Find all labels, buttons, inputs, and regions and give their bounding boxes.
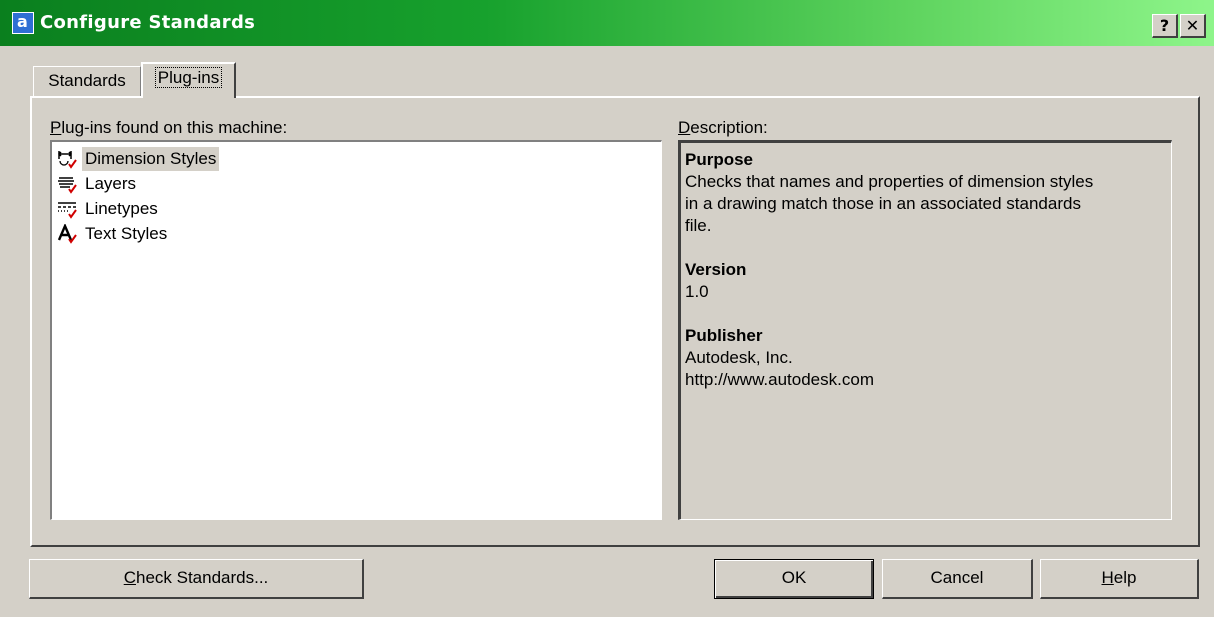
tab-standards-label: Standards (48, 71, 126, 90)
plugins-list-label: Plug-ins found on this machine: (50, 118, 288, 137)
list-item-label: Linetypes (85, 199, 158, 218)
version-value: 1.0 (685, 282, 709, 301)
list-item-layers[interactable]: Layers (57, 172, 139, 196)
cancel-button[interactable]: Cancel (882, 559, 1033, 599)
linetypes-icon (57, 199, 79, 219)
tab-plug-ins-label: Plug-ins (154, 67, 223, 88)
close-button[interactable]: ✕ (1180, 14, 1206, 38)
window-title: Configure Standards (40, 12, 256, 33)
list-item-label: Dimension Styles (82, 147, 220, 171)
tab-standards[interactable]: Standards (33, 66, 141, 96)
app-icon (12, 12, 34, 34)
purpose-heading: Purpose (685, 150, 754, 169)
list-item-linetypes[interactable]: Linetypes (57, 197, 161, 221)
text-styles-icon (57, 222, 79, 244)
dimension-styles-icon (57, 149, 79, 169)
check-standards-button[interactable]: Check Standards... (29, 559, 364, 599)
purpose-text-line: in a drawing match those in an associate… (685, 194, 1081, 213)
list-item-dimension-styles[interactable]: Dimension Styles (57, 147, 220, 171)
tab-plug-ins[interactable]: Plug-ins (141, 62, 236, 98)
ok-button[interactable]: OK (714, 559, 874, 599)
list-item-label: Text Styles (85, 224, 168, 243)
help-title-button[interactable]: ? (1152, 14, 1178, 38)
layers-icon (57, 174, 79, 194)
publisher-heading: Publisher (685, 326, 763, 345)
purpose-text-line: file. (685, 216, 712, 235)
help-button[interactable]: Help (1040, 559, 1199, 599)
list-item-label: Layers (85, 174, 137, 193)
list-item-text-styles[interactable]: Text Styles (57, 222, 170, 246)
title-bar: Configure Standards ? ✕ (0, 0, 1214, 46)
description-label: Description: (678, 118, 768, 137)
plugins-listbox[interactable]: Dimension Styles Layers Linetypes Text S… (50, 140, 662, 520)
publisher-name: Autodesk, Inc. (685, 348, 793, 367)
version-heading: Version (685, 260, 747, 279)
purpose-text-line: Checks that names and properties of dime… (685, 172, 1094, 191)
publisher-url: http://www.autodesk.com (685, 370, 874, 389)
description-box: Purpose Checks that names and properties… (678, 140, 1172, 520)
